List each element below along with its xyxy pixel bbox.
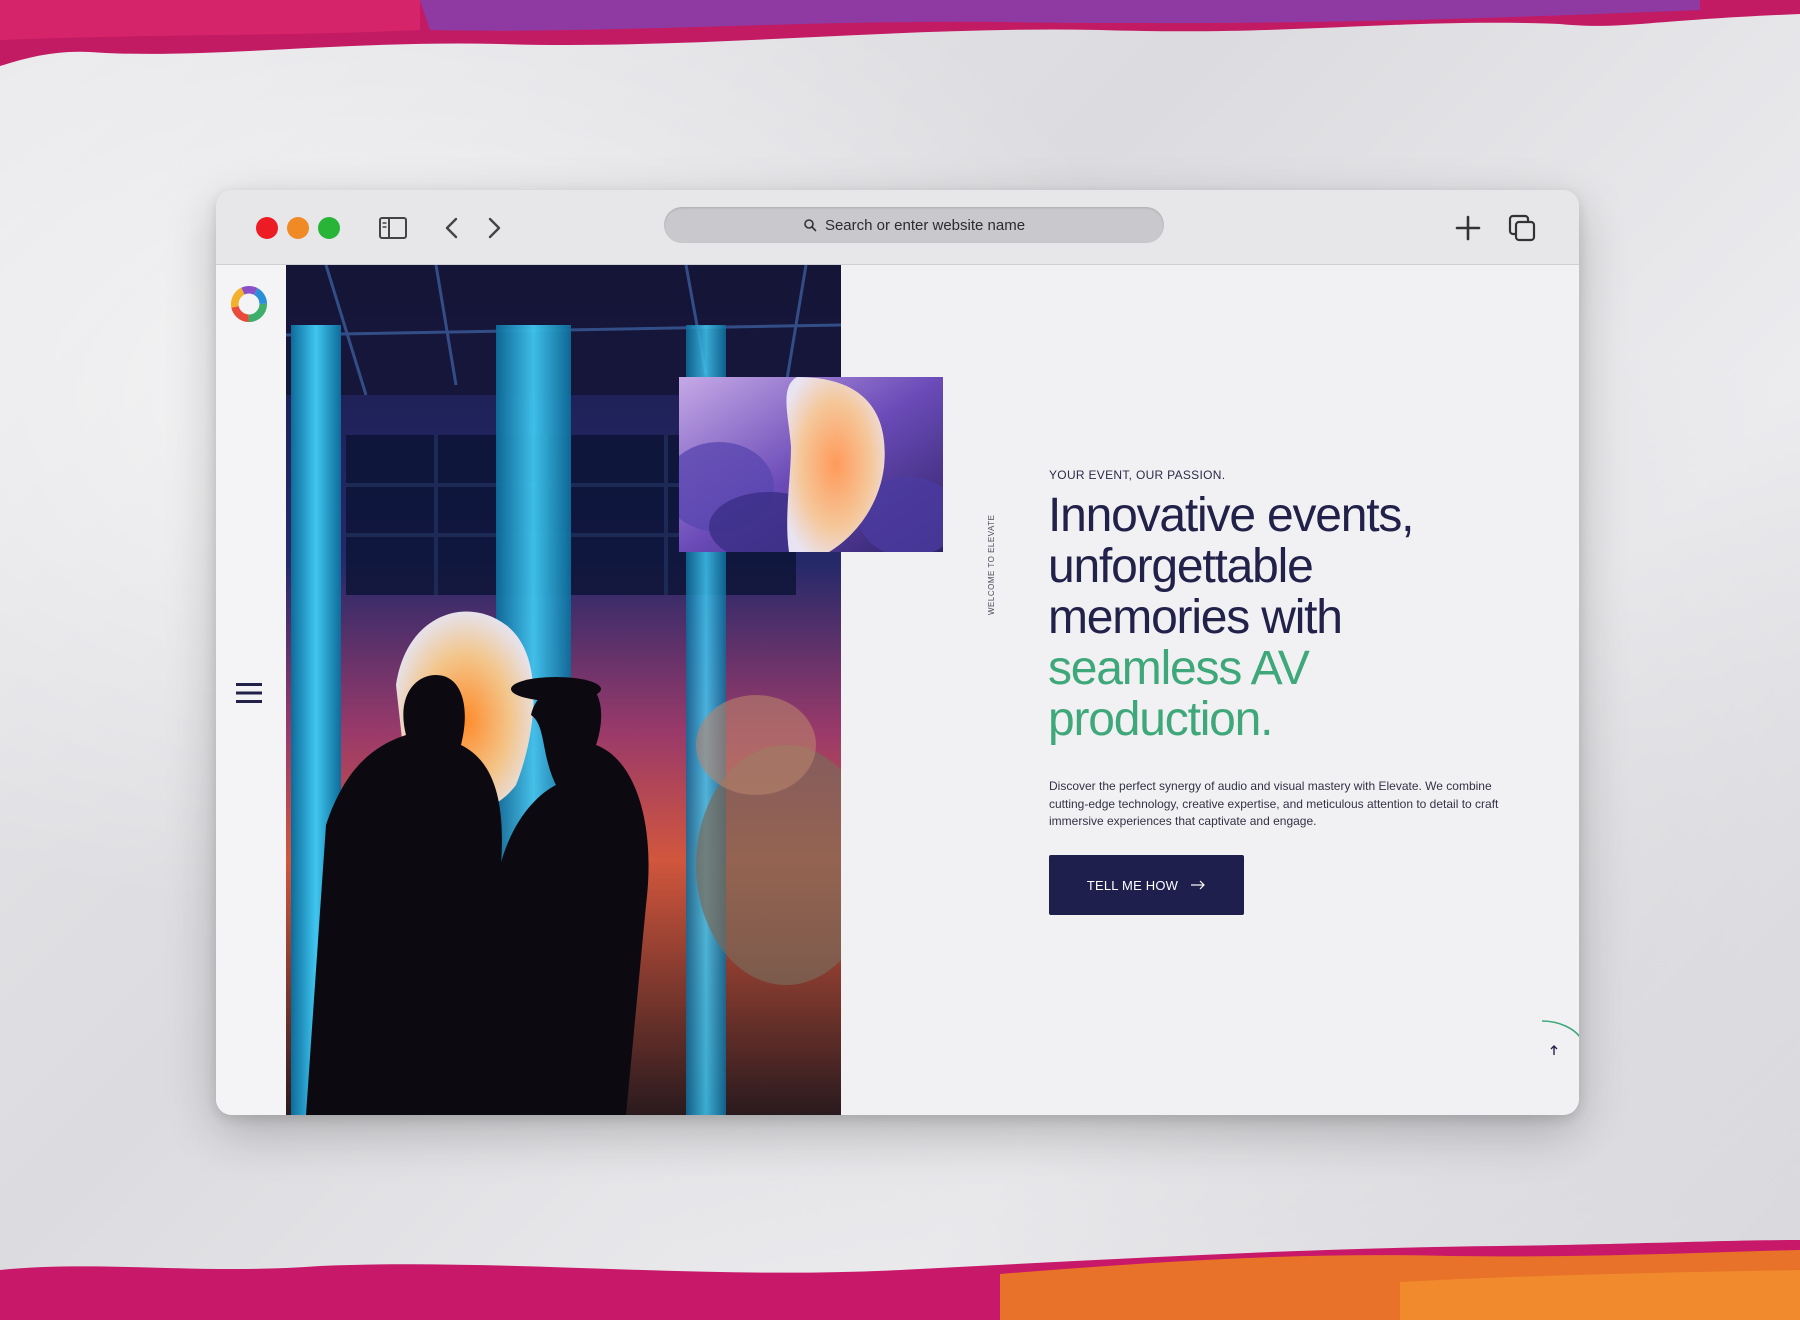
hero-headline: Innovative events, unforgettable memorie… [1048,490,1468,745]
page-content: WELCOME TO ELEVATE YOUR EVENT, OUR PASSI… [216,265,1579,1115]
hamburger-menu-icon[interactable] [236,682,262,704]
headline-accent-line: production. [1048,693,1273,746]
plus-icon[interactable] [1452,212,1484,244]
browser-toolbar: Search or enter website name [216,190,1579,265]
paint-stroke-top [0,0,1800,66]
hero-description: Discover the perfect synergy of audio an… [1049,779,1499,828]
tell-me-how-button[interactable]: TELL ME HOW [1049,855,1244,915]
tabs-icon[interactable] [1506,212,1538,244]
headline-line: Innovative events, [1048,489,1415,542]
vertical-welcome-label: WELCOME TO ELEVATE [987,514,996,615]
headline-line: unforgettable [1048,540,1314,593]
arrow-up-icon [1550,1045,1558,1055]
browser-window: Search or enter website name WELCOME TO … [216,190,1579,1115]
hero-eyebrow: YOUR EVENT, OUR PASSION. [1049,468,1226,482]
inset-art-image [679,377,943,552]
arrow-right-icon [1191,880,1205,890]
back-arrow-icon[interactable] [436,212,468,244]
logo-icon[interactable] [230,285,268,323]
cta-label: TELL ME HOW [1086,877,1179,893]
sidebar-toggle-icon[interactable] [377,212,409,244]
scroll-to-top-button[interactable] [1536,1015,1579,1065]
maximize-window-button[interactable] [318,217,340,239]
address-placeholder: Search or enter website name [824,216,1026,234]
search-icon [804,219,817,232]
close-window-button[interactable] [256,217,278,239]
address-bar[interactable]: Search or enter website name [664,207,1164,243]
left-rail [216,265,286,1115]
paint-stroke-bottom [0,1240,1800,1320]
forward-arrow-icon[interactable] [478,212,510,244]
minimize-window-button[interactable] [287,217,309,239]
headline-line: memories with [1048,591,1343,644]
headline-accent-line: seamless AV [1048,642,1310,695]
